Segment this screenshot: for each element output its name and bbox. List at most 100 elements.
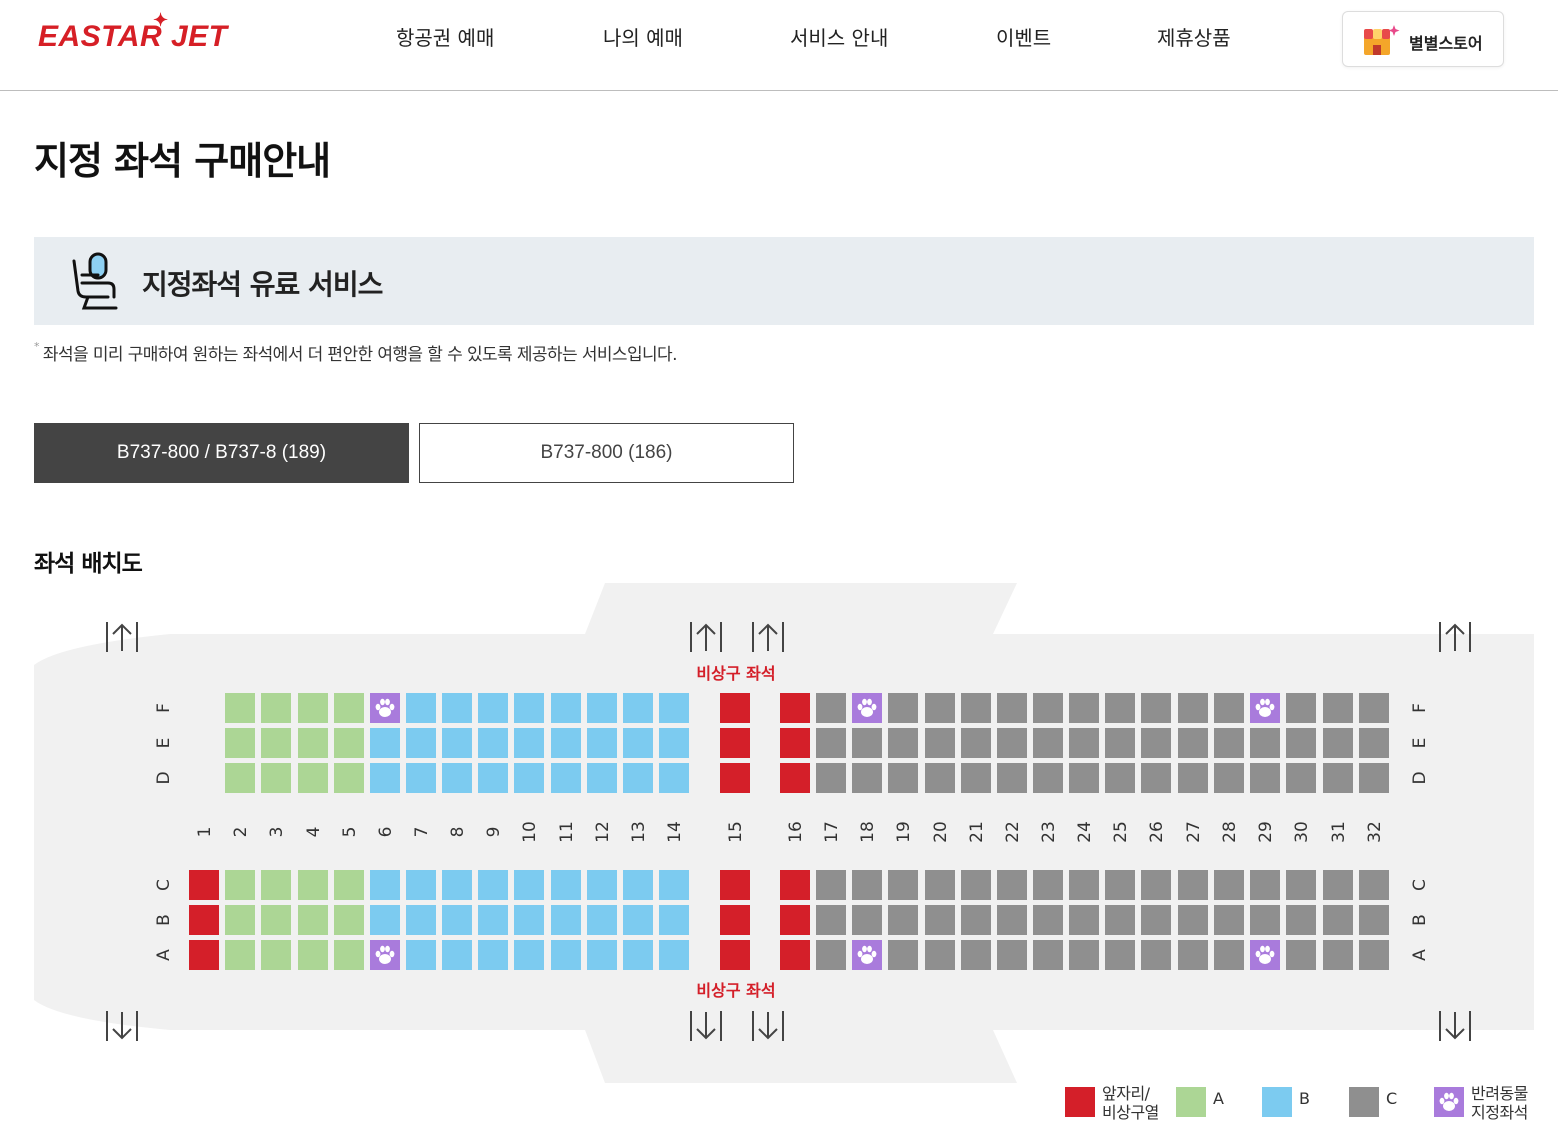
seat-17A[interactable]	[816, 940, 846, 970]
seat-7B[interactable]	[406, 905, 436, 935]
seat-22A[interactable]	[997, 940, 1027, 970]
seat-7C[interactable]	[406, 870, 436, 900]
seat-8D[interactable]	[442, 763, 472, 793]
seat-8C[interactable]	[442, 870, 472, 900]
seat-5A[interactable]	[334, 940, 364, 970]
seat-5F[interactable]	[334, 693, 364, 723]
seat-29C[interactable]	[1250, 870, 1280, 900]
seat-4E[interactable]	[298, 728, 328, 758]
seat-8E[interactable]	[442, 728, 472, 758]
seat-30E[interactable]	[1286, 728, 1316, 758]
seat-16F[interactable]	[780, 693, 810, 723]
seat-14E[interactable]	[659, 728, 689, 758]
seat-23B[interactable]	[1033, 905, 1063, 935]
seat-29B[interactable]	[1250, 905, 1280, 935]
seat-6B[interactable]	[370, 905, 400, 935]
seat-15A[interactable]	[720, 940, 750, 970]
seat-23A[interactable]	[1033, 940, 1063, 970]
seat-15F[interactable]	[720, 693, 750, 723]
seat-17C[interactable]	[816, 870, 846, 900]
seat-26C[interactable]	[1141, 870, 1171, 900]
seat-24C[interactable]	[1069, 870, 1099, 900]
seat-28F[interactable]	[1214, 693, 1244, 723]
seat-10E[interactable]	[514, 728, 544, 758]
seat-11E[interactable]	[551, 728, 581, 758]
seat-32C[interactable]	[1359, 870, 1389, 900]
seat-10B[interactable]	[514, 905, 544, 935]
seat-16D[interactable]	[780, 763, 810, 793]
seat-25A[interactable]	[1105, 940, 1135, 970]
seat-3F[interactable]	[261, 693, 291, 723]
seat-18F[interactable]	[852, 693, 882, 723]
seat-22D[interactable]	[997, 763, 1027, 793]
seat-5E[interactable]	[334, 728, 364, 758]
seat-21A[interactable]	[961, 940, 991, 970]
seat-27E[interactable]	[1178, 728, 1208, 758]
seat-19B[interactable]	[888, 905, 918, 935]
seat-22E[interactable]	[997, 728, 1027, 758]
seat-27F[interactable]	[1178, 693, 1208, 723]
seat-24F[interactable]	[1069, 693, 1099, 723]
seat-15C[interactable]	[720, 870, 750, 900]
seat-9B[interactable]	[478, 905, 508, 935]
seat-21D[interactable]	[961, 763, 991, 793]
seat-6A[interactable]	[370, 940, 400, 970]
seat-20F[interactable]	[925, 693, 955, 723]
seat-1C[interactable]	[189, 870, 219, 900]
seat-28E[interactable]	[1214, 728, 1244, 758]
seat-8A[interactable]	[442, 940, 472, 970]
seat-6E[interactable]	[370, 728, 400, 758]
store-button[interactable]: 별별스토어	[1342, 11, 1504, 67]
seat-3D[interactable]	[261, 763, 291, 793]
seat-25F[interactable]	[1105, 693, 1135, 723]
seat-25C[interactable]	[1105, 870, 1135, 900]
seat-26B[interactable]	[1141, 905, 1171, 935]
seat-9E[interactable]	[478, 728, 508, 758]
seat-12F[interactable]	[587, 693, 617, 723]
seat-13F[interactable]	[623, 693, 653, 723]
seat-24E[interactable]	[1069, 728, 1099, 758]
seat-28B[interactable]	[1214, 905, 1244, 935]
seat-7D[interactable]	[406, 763, 436, 793]
seat-30B[interactable]	[1286, 905, 1316, 935]
seat-2C[interactable]	[225, 870, 255, 900]
seat-26E[interactable]	[1141, 728, 1171, 758]
nav-my-booking[interactable]: 나의 예매	[603, 22, 683, 51]
seat-29D[interactable]	[1250, 763, 1280, 793]
seat-27D[interactable]	[1178, 763, 1208, 793]
seat-15D[interactable]	[720, 763, 750, 793]
seat-18A[interactable]	[852, 940, 882, 970]
seat-24A[interactable]	[1069, 940, 1099, 970]
seat-5C[interactable]	[334, 870, 364, 900]
seat-10F[interactable]	[514, 693, 544, 723]
seat-7E[interactable]	[406, 728, 436, 758]
seat-27C[interactable]	[1178, 870, 1208, 900]
seat-27B[interactable]	[1178, 905, 1208, 935]
seat-30A[interactable]	[1286, 940, 1316, 970]
seat-24D[interactable]	[1069, 763, 1099, 793]
seat-31A[interactable]	[1323, 940, 1353, 970]
seat-9A[interactable]	[478, 940, 508, 970]
seat-9F[interactable]	[478, 693, 508, 723]
seat-20C[interactable]	[925, 870, 955, 900]
seat-3E[interactable]	[261, 728, 291, 758]
seat-9C[interactable]	[478, 870, 508, 900]
seat-32F[interactable]	[1359, 693, 1389, 723]
seat-32A[interactable]	[1359, 940, 1389, 970]
seat-15B[interactable]	[720, 905, 750, 935]
seat-4D[interactable]	[298, 763, 328, 793]
seat-17E[interactable]	[816, 728, 846, 758]
seat-4B[interactable]	[298, 905, 328, 935]
seat-10A[interactable]	[514, 940, 544, 970]
seat-2F[interactable]	[225, 693, 255, 723]
seat-23F[interactable]	[1033, 693, 1063, 723]
seat-19E[interactable]	[888, 728, 918, 758]
seat-17D[interactable]	[816, 763, 846, 793]
seat-3B[interactable]	[261, 905, 291, 935]
seat-14D[interactable]	[659, 763, 689, 793]
seat-13D[interactable]	[623, 763, 653, 793]
seat-20B[interactable]	[925, 905, 955, 935]
seat-22B[interactable]	[997, 905, 1027, 935]
seat-11B[interactable]	[551, 905, 581, 935]
seat-29F[interactable]	[1250, 693, 1280, 723]
